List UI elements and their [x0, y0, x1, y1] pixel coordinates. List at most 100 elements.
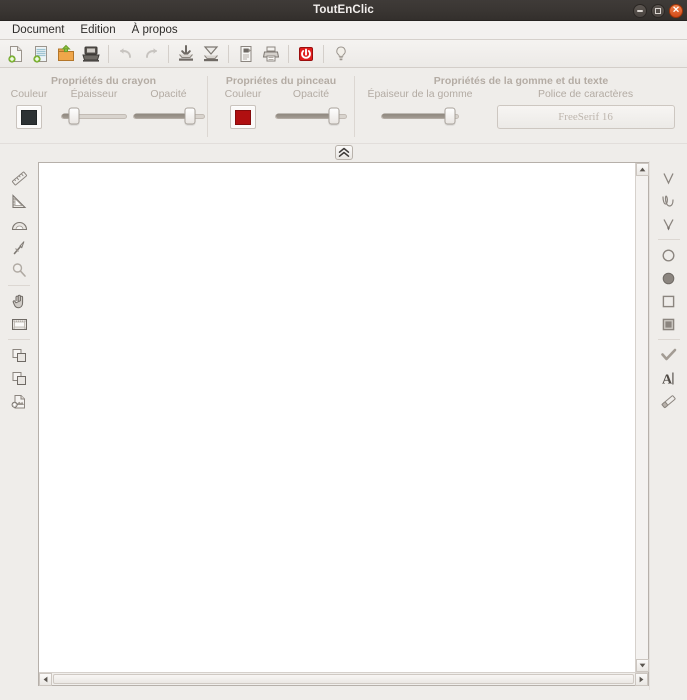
scroll-up-arrow[interactable]: [636, 163, 649, 176]
brush-color-button[interactable]: [230, 105, 256, 129]
slider-knob[interactable]: [185, 108, 196, 125]
hint-button[interactable]: [329, 42, 353, 66]
collapse-properties-button[interactable]: [335, 145, 353, 160]
svg-text:A: A: [662, 372, 673, 387]
scan-document-button[interactable]: [79, 42, 103, 66]
open-document-button[interactable]: [54, 42, 78, 66]
new-document-button[interactable]: [4, 42, 28, 66]
tool-check[interactable]: [655, 344, 683, 366]
window-controls: ✕: [633, 0, 683, 21]
vertical-scrollbar[interactable]: [635, 163, 648, 672]
scroll-down-arrow[interactable]: [636, 659, 649, 672]
brush-opacity-label: Opacité: [293, 88, 329, 100]
pencil-opacity-slider[interactable]: [133, 105, 205, 127]
properties-panel: Propriétés du crayon Couleur Épaisseur: [0, 68, 687, 144]
tool-line[interactable]: [655, 167, 683, 189]
minimize-button[interactable]: [633, 4, 647, 18]
tool-zoom[interactable]: [5, 259, 33, 281]
eraser-thickness-slider[interactable]: [381, 105, 459, 127]
pencil-opacity-control: Opacité: [130, 88, 207, 127]
brush-opacity-control: Opacité: [273, 88, 349, 127]
tool-eraser[interactable]: [655, 390, 683, 412]
export-document-button[interactable]: [199, 42, 223, 66]
undo-button[interactable]: [114, 42, 138, 66]
pencil-opacity-label: Opacité: [150, 88, 186, 100]
slider-fill: [134, 114, 187, 119]
tool-freehand[interactable]: [655, 190, 683, 212]
bottom-padding: [0, 690, 687, 700]
protractor-icon: [10, 215, 29, 234]
right-toolstrip-separator-1: [658, 239, 680, 240]
menu-item-apropos[interactable]: À propos: [124, 22, 186, 38]
tool-image[interactable]: [5, 313, 33, 335]
pencil-color-button[interactable]: [16, 105, 42, 129]
pencil-thickness-label: Épaisseur: [71, 88, 118, 100]
tool-copy[interactable]: [5, 344, 33, 366]
tool-ruler[interactable]: [5, 167, 33, 189]
new-lined-document-button[interactable]: [29, 42, 53, 66]
pencil-properties-group: Propriétés du crayon Couleur Épaisseur: [0, 72, 207, 143]
text-cursor-icon: A: [659, 369, 678, 388]
printer-icon: [261, 44, 281, 64]
lightbulb-icon: [331, 44, 351, 64]
scroll-left-arrow[interactable]: [39, 673, 52, 686]
copy-pages-icon: [10, 346, 29, 365]
canvas-row: [39, 163, 648, 672]
brush-opacity-slider[interactable]: [275, 105, 347, 127]
save-document-button[interactable]: [174, 42, 198, 66]
tool-square-filled[interactable]: [655, 313, 683, 335]
tool-square-outline[interactable]: [655, 290, 683, 312]
eraser-icon: [659, 392, 678, 411]
tool-hand[interactable]: [5, 290, 33, 312]
eraser-text-controls: Épaiseur de la gomme Police de caractère…: [367, 88, 674, 129]
pencil-thickness-slider[interactable]: [61, 105, 127, 127]
title-bar: ToutEnClic ✕: [0, 0, 687, 21]
open-folder-icon: [56, 44, 76, 64]
eraser-thickness-control: Épaiseur de la gomme: [367, 88, 472, 127]
circle-outline-icon: [659, 246, 678, 265]
close-button[interactable]: ✕: [669, 4, 683, 18]
slider-fill: [382, 114, 446, 119]
scroll-right-arrow[interactable]: [635, 673, 648, 686]
toolbar-separator-2: [168, 45, 169, 63]
tool-protractor[interactable]: [5, 213, 33, 235]
print-button[interactable]: [259, 42, 283, 66]
tool-circle-outline[interactable]: [655, 244, 683, 266]
eraser-thickness-label: Épaiseur de la gomme: [367, 88, 472, 100]
drawing-canvas[interactable]: [39, 163, 635, 672]
pencil-color-swatch: [21, 110, 37, 125]
pencil-controls: Couleur Épaisseur Opacité: [0, 88, 207, 129]
menu-item-edition[interactable]: Edition: [72, 22, 123, 38]
paste-pages-icon: [10, 369, 29, 388]
tool-arrow-line[interactable]: [655, 213, 683, 235]
circle-filled-icon: [659, 269, 678, 288]
tool-circle-filled[interactable]: [655, 267, 683, 289]
font-select-button[interactable]: FreeSerif 16: [497, 105, 675, 129]
vertical-scroll-track[interactable]: [636, 176, 648, 659]
slider-knob[interactable]: [444, 108, 455, 125]
font-label: Police de caractères: [538, 88, 633, 100]
horizontal-scroll-thumb[interactable]: [53, 674, 634, 684]
square-filled-icon: [659, 315, 678, 334]
menu-item-document[interactable]: Document: [4, 22, 72, 38]
quit-button[interactable]: [294, 42, 318, 66]
horizontal-scrollbar[interactable]: [39, 672, 648, 685]
slider-knob[interactable]: [329, 108, 340, 125]
slider-knob[interactable]: [69, 108, 80, 125]
right-toolstrip: A: [649, 161, 687, 690]
tool-insert-image[interactable]: [5, 390, 33, 412]
magnifier-icon: [10, 261, 29, 280]
toolbar-separator-1: [108, 45, 109, 63]
tool-set-square[interactable]: [5, 190, 33, 212]
tool-paste[interactable]: [5, 367, 33, 389]
tool-text[interactable]: A: [655, 367, 683, 389]
maximize-button[interactable]: [651, 4, 665, 18]
window-title: ToutEnClic: [313, 4, 374, 16]
arrow-line-icon: [659, 215, 678, 234]
pencil-color-label: Couleur: [11, 88, 48, 100]
page-setup-button[interactable]: [234, 42, 258, 66]
toolbar-separator-4: [288, 45, 289, 63]
set-square-icon: [10, 192, 29, 211]
redo-button[interactable]: [139, 42, 163, 66]
tool-compass[interactable]: [5, 236, 33, 258]
